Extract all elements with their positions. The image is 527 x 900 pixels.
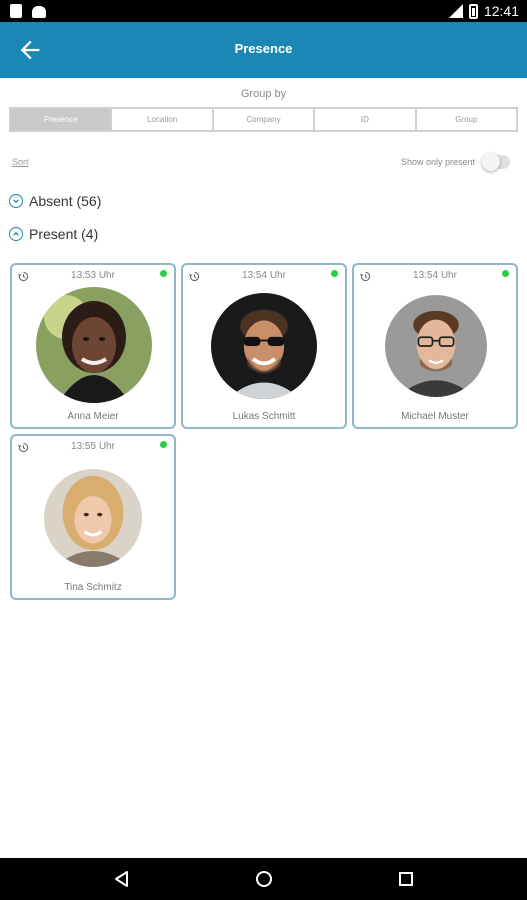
group-by-label: Group by <box>240 88 287 100</box>
check-in-time: 13:55 Uhr <box>71 441 115 452</box>
section-present-label: Present (4) <box>29 226 99 242</box>
battery-icon <box>468 3 478 19</box>
person-name: Tina Schmitz <box>64 582 122 593</box>
status-time: 12:41 <box>483 3 519 19</box>
person-card[interactable]: 13:54 Uhr Lukas Schmitt <box>181 263 347 429</box>
presence-status-dot <box>331 270 338 277</box>
chevron-down-icon <box>9 194 23 208</box>
square-recents-icon <box>399 872 413 886</box>
person-card[interactable]: 13:53 Uhr Anna Meier <box>10 263 176 429</box>
navigation-bar <box>0 858 527 900</box>
sim-card-icon <box>10 4 22 18</box>
nav-home-button[interactable] <box>254 869 274 889</box>
show-only-present-toggle[interactable] <box>482 153 510 171</box>
page-title: Presence <box>234 41 293 56</box>
presence-status-dot <box>160 441 167 448</box>
person-card[interactable]: 13:55 Uhr Tina Schmitz <box>10 434 176 600</box>
status-bar: 12:41 <box>0 0 527 22</box>
group-by-company[interactable]: Company <box>213 109 314 130</box>
circle-home-icon <box>256 871 272 887</box>
triangle-back-icon <box>115 871 128 887</box>
person-card[interactable]: 13:54 Uhr Michael Muster <box>352 263 518 429</box>
toggle-knob <box>482 153 500 171</box>
sort-link[interactable]: Sort <box>12 157 29 167</box>
android-icon <box>32 6 46 18</box>
section-present-header[interactable]: Present (4) <box>9 226 98 242</box>
avatar <box>385 295 487 397</box>
avatar <box>44 469 142 567</box>
group-by-id[interactable]: ID <box>315 109 415 130</box>
person-name: Lukas Schmitt <box>232 411 296 422</box>
presence-status-dot <box>160 270 167 277</box>
signal-icon <box>448 4 463 18</box>
chevron-up-icon <box>9 227 23 241</box>
check-in-time: 13:54 Uhr <box>242 270 286 281</box>
person-name: Anna Meier <box>67 411 119 422</box>
app-bar: Presence <box>0 22 527 78</box>
presence-status-dot <box>502 270 509 277</box>
avatar <box>211 293 317 399</box>
section-absent-header[interactable]: Absent (56) <box>9 193 101 209</box>
group-by-segmented-control: Presence Location Company ID Group <box>9 107 518 132</box>
check-in-time: 13:54 Uhr <box>413 270 457 281</box>
group-by-location[interactable]: Location <box>112 109 212 130</box>
check-in-time: 13:53 Uhr <box>71 270 115 281</box>
section-absent-label: Absent (56) <box>29 193 102 209</box>
person-name: Michael Muster <box>401 411 469 422</box>
group-by-presence[interactable]: Presence <box>11 109 111 130</box>
show-only-present-label: Show only present <box>400 157 475 167</box>
avatar <box>36 287 152 403</box>
nav-back-button[interactable] <box>112 869 132 889</box>
nav-recents-button[interactable] <box>396 869 416 889</box>
group-by-group[interactable]: Group <box>416 109 517 130</box>
